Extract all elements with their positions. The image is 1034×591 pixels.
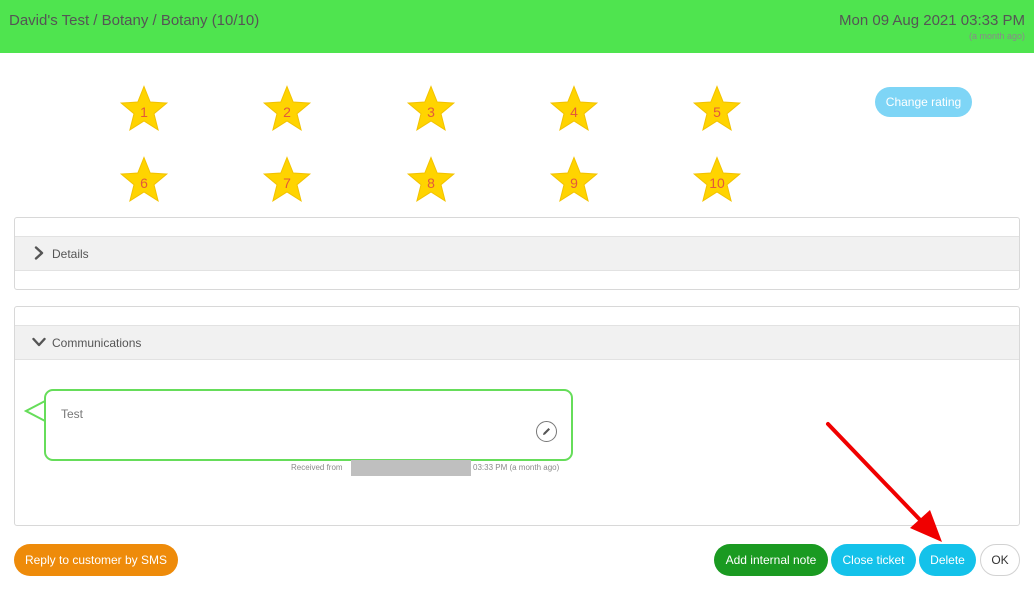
ticket-datetime: Mon 09 Aug 2021 03:33 PM xyxy=(839,12,1025,29)
star-number: 7 xyxy=(283,174,291,191)
communications-title: Communications xyxy=(52,336,142,350)
details-title: Details xyxy=(52,247,89,261)
rating-star-10[interactable]: 10 xyxy=(692,156,742,204)
header-bar: David's Test / Botany / Botany (10/10) M… xyxy=(0,0,1034,53)
details-header[interactable]: Details xyxy=(15,236,1019,271)
star-number: 5 xyxy=(713,103,721,120)
received-time: 03:33 PM (a month ago) xyxy=(473,463,560,472)
add-internal-note-button[interactable]: Add internal note xyxy=(714,544,828,576)
star-number: 9 xyxy=(570,174,578,191)
star-number: 6 xyxy=(140,174,148,191)
ticket-relative-time: (a month ago) xyxy=(968,31,1025,41)
star-number: 10 xyxy=(709,174,725,191)
reply-sms-button[interactable]: Reply to customer by SMS xyxy=(14,544,178,576)
chevron-down-icon xyxy=(32,337,46,347)
rating-star-3[interactable]: 3 xyxy=(406,85,456,133)
breadcrumb: David's Test / Botany / Botany (10/10) xyxy=(9,12,260,29)
star-number: 2 xyxy=(283,103,291,120)
ok-button[interactable]: OK xyxy=(980,544,1020,576)
communications-header[interactable]: Communications xyxy=(15,325,1019,360)
message-bubble: Test xyxy=(44,389,573,461)
rating-star-2[interactable]: 2 xyxy=(262,85,312,133)
rating-star-8[interactable]: 8 xyxy=(406,156,456,204)
details-panel: Details xyxy=(14,217,1020,290)
star-number: 3 xyxy=(427,103,435,120)
star-number: 4 xyxy=(570,103,578,120)
rating-star-4[interactable]: 4 xyxy=(549,85,599,133)
change-rating-button[interactable]: Change rating xyxy=(875,87,972,117)
rating-star-9[interactable]: 9 xyxy=(549,156,599,204)
chevron-right-icon xyxy=(34,246,44,260)
star-number: 8 xyxy=(427,174,435,191)
rating-star-6[interactable]: 6 xyxy=(119,156,169,204)
rating-star-1[interactable]: 1 xyxy=(119,85,169,133)
received-from-label: Received from xyxy=(291,463,343,472)
annotation-arrow-icon xyxy=(826,422,942,542)
redacted-sender xyxy=(351,460,471,476)
message-text: Test xyxy=(61,407,84,421)
rating-star-7[interactable]: 7 xyxy=(262,156,312,204)
edit-message-button[interactable] xyxy=(536,421,557,442)
star-number: 1 xyxy=(140,103,148,120)
pencil-icon xyxy=(543,428,550,435)
rating-star-5[interactable]: 5 xyxy=(692,85,742,133)
